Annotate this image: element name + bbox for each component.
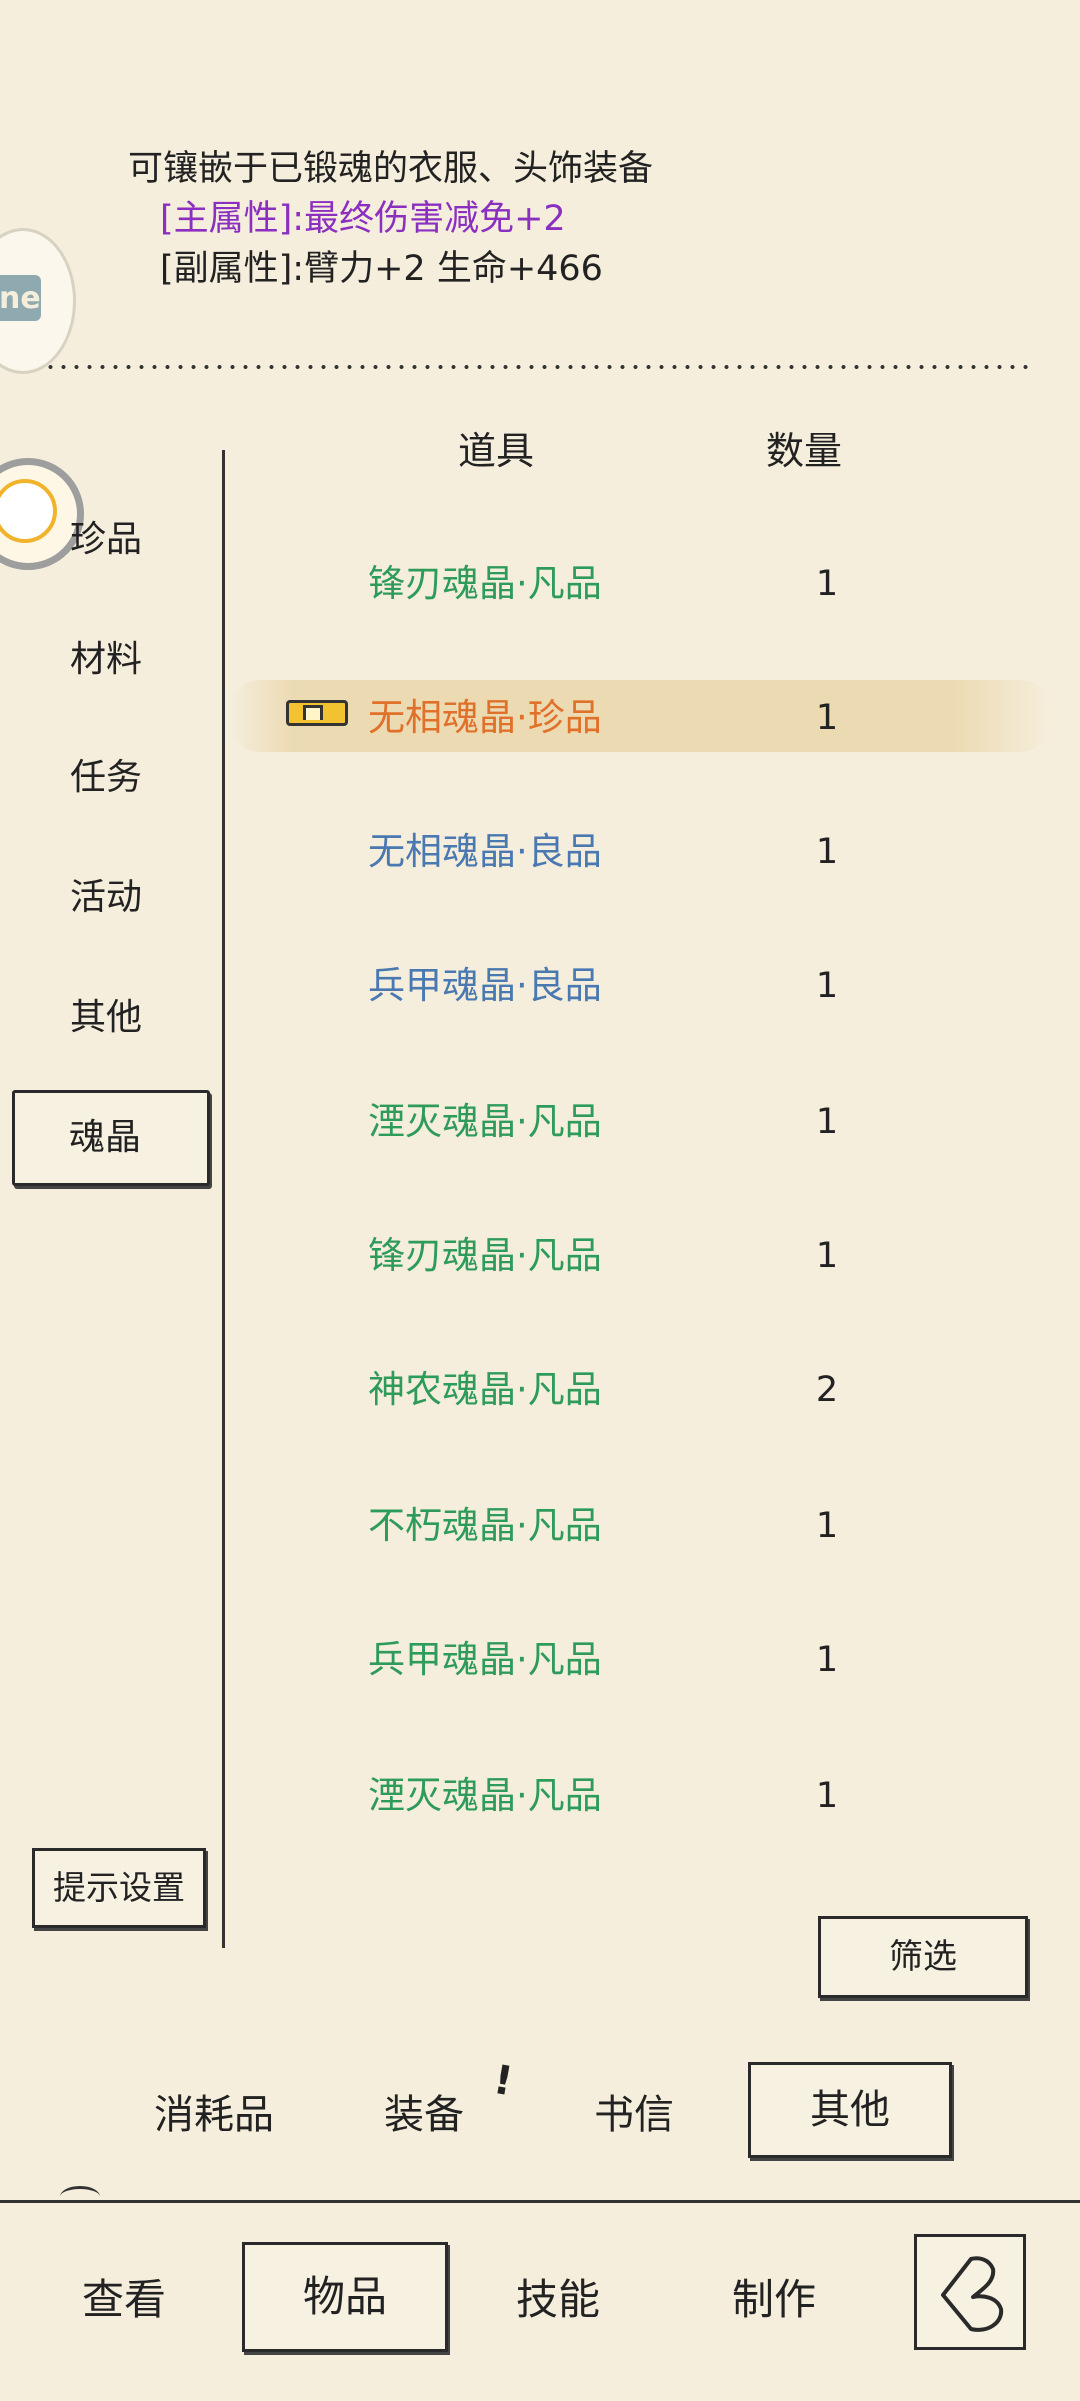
item-name: 湮灭魂晶·凡品 <box>368 1774 602 1817</box>
item-quantity: 1 <box>815 1102 839 1142</box>
floating-avatar-icon[interactable]: ne <box>0 228 76 374</box>
item-row[interactable]: 湮灭魂晶·凡品 1 <box>230 1736 1050 1856</box>
nav-craft[interactable]: 制作 <box>732 2266 816 2327</box>
item-name: 兵甲魂晶·良品 <box>368 964 602 1007</box>
category-divider <box>222 450 225 1948</box>
tab-other[interactable]: 其他 <box>748 2062 952 2158</box>
back-button[interactable] <box>914 2234 1026 2350</box>
category-tasks[interactable]: 任务 <box>16 732 206 824</box>
dotted-divider <box>44 364 1036 370</box>
item-quantity: 1 <box>815 1776 839 1816</box>
nav-view[interactable]: 查看 <box>82 2266 166 2327</box>
item-row[interactable]: 兵甲魂晶·凡品 1 <box>230 1600 1050 1720</box>
item-row[interactable]: 无相魂晶·良品 1 <box>230 792 1050 912</box>
item-description: 可镶嵌于已锻魂的衣服、头饰装备 <box>128 149 654 189</box>
category-events[interactable]: 活动 <box>16 852 206 944</box>
tab-letters[interactable]: 书信 <box>594 2082 674 2140</box>
item-name: 锋刃魂晶·凡品 <box>368 1234 602 1277</box>
item-row[interactable]: 锋刃魂晶·凡品 1 <box>230 524 1050 644</box>
main-attribute: [主属性]:最终伤害减免+2 <box>160 199 566 239</box>
header-quantity: 数量 <box>766 429 843 473</box>
category-rare[interactable]: 珍品 <box>16 494 206 586</box>
category-soul-crystal[interactable]: 魂晶 <box>12 1090 210 1186</box>
hint-settings-button[interactable]: 提示设置 <box>32 1848 206 1928</box>
item-name: 锋刃魂晶·凡品 <box>368 562 602 605</box>
equipped-tag-icon <box>286 700 348 726</box>
sub-attribute: [副属性]:臂力+2 生命+466 <box>160 249 603 289</box>
tab-consumables[interactable]: 消耗品 <box>154 2082 274 2140</box>
nav-items[interactable]: 物品 <box>242 2242 448 2352</box>
item-name: 神农魂晶·凡品 <box>368 1368 602 1411</box>
item-name: 无相魂晶·珍品 <box>368 696 602 739</box>
item-quantity: 1 <box>815 1506 839 1546</box>
equipment-alert-icon: ! <box>490 2056 517 2106</box>
avatar-badge: ne <box>0 275 41 321</box>
category-others[interactable]: 其他 <box>16 972 206 1064</box>
item-row[interactable]: 不朽魂晶·凡品 1 <box>230 1466 1050 1586</box>
item-row-selected[interactable]: 无相魂晶·珍品 1 <box>230 658 1050 778</box>
item-quantity: 2 <box>815 1370 839 1410</box>
avatar-badge-text: ne <box>0 281 41 316</box>
item-quantity: 1 <box>815 1640 839 1680</box>
nav-divider <box>0 2200 1080 2203</box>
item-quantity: 1 <box>815 698 839 738</box>
divider-flourish <box>60 2186 100 2207</box>
item-row[interactable]: 湮灭魂晶·凡品 1 <box>230 1062 1050 1182</box>
item-quantity: 1 <box>815 1236 839 1276</box>
item-quantity: 1 <box>815 564 839 604</box>
header-item: 道具 <box>458 429 535 473</box>
category-materials[interactable]: 材料 <box>16 614 206 706</box>
item-quantity: 1 <box>815 966 839 1006</box>
back-arrow-icon <box>941 2256 1004 2332</box>
nav-skills[interactable]: 技能 <box>516 2266 600 2327</box>
item-quantity: 1 <box>815 832 839 872</box>
item-name: 兵甲魂晶·凡品 <box>368 1638 602 1681</box>
item-row[interactable]: 兵甲魂晶·良品 1 <box>230 926 1050 1046</box>
item-row[interactable]: 神农魂晶·凡品 2 <box>230 1330 1050 1450</box>
filter-button[interactable]: 筛选 <box>818 1916 1028 1998</box>
item-name: 无相魂晶·良品 <box>368 830 602 873</box>
tab-equipment[interactable]: 装备 <box>384 2082 464 2140</box>
item-row[interactable]: 锋刃魂晶·凡品 1 <box>230 1196 1050 1316</box>
item-name: 不朽魂晶·凡品 <box>368 1504 602 1547</box>
item-name: 湮灭魂晶·凡品 <box>368 1100 602 1143</box>
